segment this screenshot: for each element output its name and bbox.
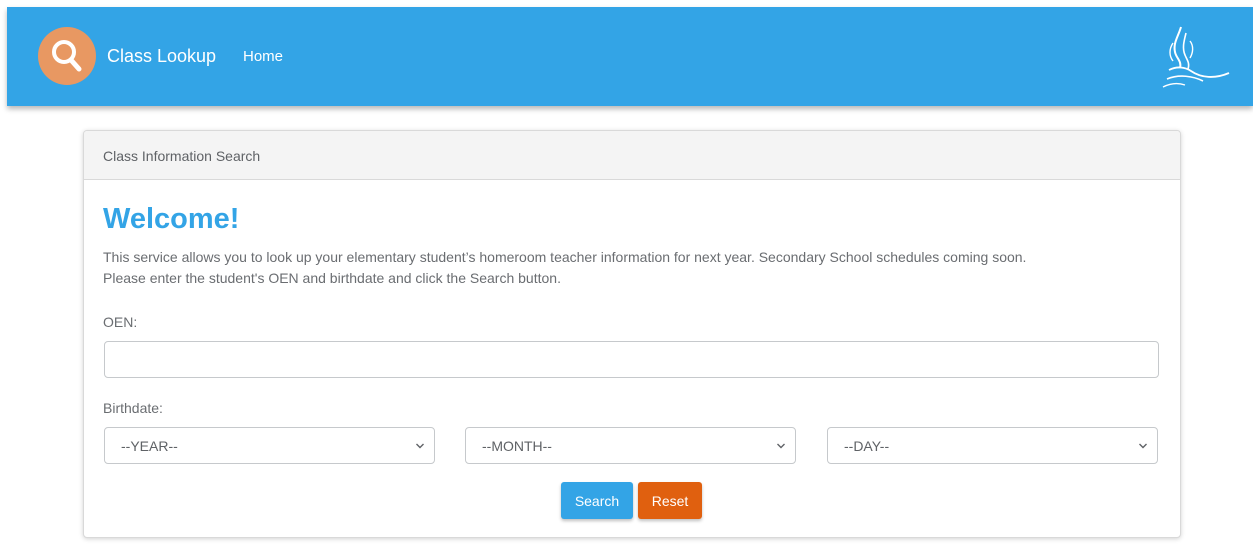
- intro-line-2: Please enter the student's OEN and birth…: [103, 270, 561, 286]
- welcome-heading: Welcome!: [103, 203, 240, 235]
- birthdate-label: Birthdate:: [103, 400, 163, 416]
- year-select-value: --YEAR--: [121, 438, 178, 454]
- search-magnifier-icon[interactable]: [38, 27, 96, 85]
- class-search-card: Class Information Search Welcome! This s…: [83, 130, 1181, 538]
- chevron-down-icon: [777, 443, 785, 449]
- card-header: Class Information Search: [84, 131, 1180, 180]
- top-navbar: Class Lookup Home: [7, 7, 1253, 106]
- day-select[interactable]: --DAY--: [827, 427, 1158, 464]
- intro-text: This service allows you to look up your …: [103, 247, 1163, 289]
- brand-link[interactable]: Class Lookup: [107, 45, 216, 67]
- day-select-value: --DAY--: [844, 438, 890, 454]
- intro-line-1: This service allows you to look up your …: [103, 249, 1027, 265]
- chevron-down-icon: [416, 443, 424, 449]
- oen-label: OEN:: [103, 314, 138, 330]
- chevron-down-icon: [1139, 443, 1147, 449]
- year-select[interactable]: --YEAR--: [104, 427, 435, 464]
- search-button[interactable]: Search: [561, 482, 633, 519]
- month-select-value: --MONTH--: [482, 438, 552, 454]
- reset-button[interactable]: Reset: [638, 482, 702, 519]
- oen-input[interactable]: [104, 341, 1159, 378]
- month-select[interactable]: --MONTH--: [465, 427, 796, 464]
- school-board-logo: [1162, 26, 1230, 88]
- nav-home-link[interactable]: Home: [243, 48, 283, 66]
